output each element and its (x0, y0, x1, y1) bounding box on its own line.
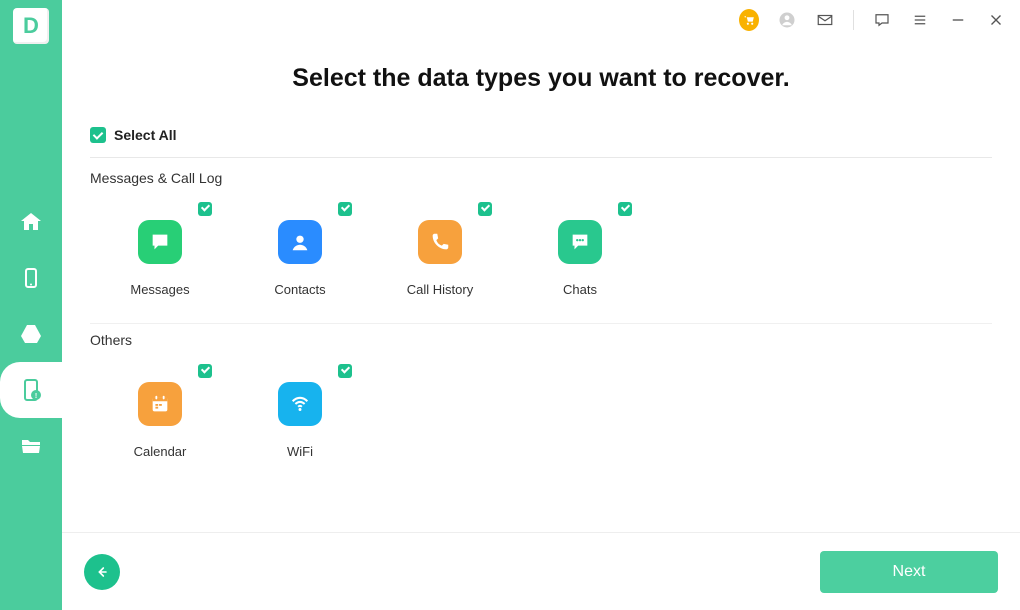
section-messages-calllog: Messages & Call Log Messages (90, 170, 992, 324)
section-others: Others Calendar WiFi (90, 332, 992, 485)
sidebar-item-home[interactable] (0, 194, 62, 250)
section-title: Others (90, 332, 992, 348)
app-logo: D (13, 8, 49, 44)
mail-icon[interactable] (815, 10, 835, 30)
item-checkbox[interactable] (198, 364, 212, 378)
sidebar-item-folder[interactable] (0, 418, 62, 474)
back-button[interactable] (84, 554, 120, 590)
wifi-icon (278, 382, 322, 426)
minimize-icon[interactable] (948, 10, 968, 30)
page-title: Select the data types you want to recove… (90, 64, 992, 93)
chat-dots-icon (558, 220, 602, 264)
titlebar-separator (853, 10, 854, 30)
item-checkbox[interactable] (338, 364, 352, 378)
item-checkbox[interactable] (198, 202, 212, 216)
sidebar-item-phone-alert[interactable]: ! (0, 362, 62, 418)
item-checkbox[interactable] (338, 202, 352, 216)
item-checkbox[interactable] (618, 202, 632, 216)
item-checkbox[interactable] (478, 202, 492, 216)
item-label: Contacts (274, 282, 325, 297)
item-label: Call History (407, 282, 473, 297)
item-calendar[interactable]: Calendar (120, 364, 200, 459)
person-icon (278, 220, 322, 264)
sidebar-item-phone[interactable] (0, 250, 62, 306)
select-all-row[interactable]: Select All (90, 127, 992, 158)
item-label: Messages (130, 282, 189, 297)
item-chats[interactable]: Chats (540, 202, 620, 297)
item-messages[interactable]: Messages (120, 202, 200, 297)
item-contacts[interactable]: Contacts (260, 202, 340, 297)
cart-icon[interactable] (739, 10, 759, 30)
calendar-icon (138, 382, 182, 426)
phone-icon (418, 220, 462, 264)
svg-text:!: ! (35, 393, 37, 400)
item-label: Chats (563, 282, 597, 297)
content: Select the data types you want to recove… (62, 40, 1020, 532)
item-label: WiFi (287, 444, 313, 459)
menu-icon[interactable] (910, 10, 930, 30)
titlebar (62, 0, 1020, 40)
sidebar-item-drive[interactable] (0, 306, 62, 362)
section-title: Messages & Call Log (90, 170, 992, 186)
select-all-label: Select All (114, 127, 177, 143)
footer: Next (62, 532, 1020, 610)
sidebar: D ! (0, 0, 62, 610)
close-icon[interactable] (986, 10, 1006, 30)
user-icon[interactable] (777, 10, 797, 30)
item-wifi[interactable]: WiFi (260, 364, 340, 459)
item-callhistory[interactable]: Call History (400, 202, 480, 297)
item-label: Calendar (134, 444, 187, 459)
main: Select the data types you want to recove… (62, 0, 1020, 610)
chat-bubble-icon (138, 220, 182, 264)
next-button[interactable]: Next (820, 551, 998, 593)
sidebar-items: ! (0, 194, 62, 474)
comment-icon[interactable] (872, 10, 892, 30)
select-all-checkbox[interactable] (90, 127, 106, 143)
